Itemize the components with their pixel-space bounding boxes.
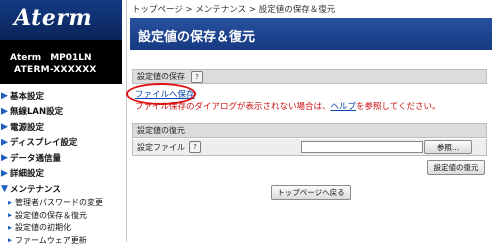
sidebar-item-basic-settings[interactable]: 基本設定 bbox=[0, 88, 122, 104]
sidebar-item-display[interactable]: ディスプレイ設定 bbox=[0, 135, 122, 151]
page-title: 設定値の保存＆復元 bbox=[138, 30, 256, 45]
submenu-item-firmware-update[interactable]: ファームウェア更新 bbox=[0, 234, 122, 247]
breadcrumb: トップページ > メンテナンス > 設定値の保存＆復元 bbox=[132, 5, 336, 15]
sidebar-menu: 基本設定 無線LAN設定 電源設定 ディスプレイ設定 データ通信量 詳細設定 メ… bbox=[0, 88, 122, 247]
arrow-right-icon bbox=[1, 138, 8, 146]
arrow-down-icon bbox=[1, 185, 8, 193]
arrow-right-icon bbox=[1, 107, 8, 115]
submenu-item-admin-password[interactable]: 管理者パスワードの変更 bbox=[0, 197, 122, 210]
sidebar-item-wireless-lan[interactable]: 無線LAN設定 bbox=[0, 104, 122, 120]
save-section-header: 設定値の保存 ? bbox=[132, 69, 487, 84]
sidebar-item-maintenance[interactable]: メンテナンス bbox=[0, 181, 122, 197]
back-to-top-button[interactable]: トップページへ戻る bbox=[271, 185, 351, 200]
divider bbox=[126, 0, 127, 242]
arrow-right-icon bbox=[1, 123, 8, 131]
page-title-bar: 設定値の保存＆復元 bbox=[130, 18, 492, 50]
model-name: Aterm MP01LN bbox=[10, 53, 92, 63]
arrow-right-icon bbox=[1, 154, 8, 162]
help-link[interactable]: ヘルプ bbox=[331, 102, 357, 112]
sidebar-item-label: データ通信量 bbox=[10, 153, 62, 164]
sidebar-item-label: 無線LAN設定 bbox=[10, 107, 64, 118]
help-icon[interactable]: ? bbox=[191, 71, 203, 83]
file-path-input[interactable] bbox=[301, 141, 423, 153]
sidebar-item-label: メンテナンス bbox=[10, 184, 61, 195]
aterm-logo: Aterm bbox=[14, 5, 93, 31]
model-info: Aterm MP01LN ATERM-XXXXXX bbox=[0, 40, 122, 84]
save-section-title: 設定値の保存 bbox=[137, 72, 185, 81]
restore-section-header: 設定値の復元 bbox=[132, 123, 487, 138]
logo-area: Aterm bbox=[0, 0, 122, 40]
sidebar: Aterm Aterm MP01LN ATERM-XXXXXX 基本設定 無線L… bbox=[0, 0, 122, 245]
bullet-icon bbox=[8, 200, 12, 205]
save-note: ファイル保存のダイアログが表示されない場合は、ヘルプを参照してください。 bbox=[135, 100, 441, 112]
sidebar-item-data-usage[interactable]: データ通信量 bbox=[0, 150, 122, 166]
note-suffix: を参照してください。 bbox=[356, 102, 441, 112]
device-id: ATERM-XXXXXX bbox=[14, 65, 97, 75]
submenu-item-save-restore[interactable]: 設定値の保存＆復元 bbox=[0, 209, 122, 222]
sidebar-item-power[interactable]: 電源設定 bbox=[0, 119, 122, 135]
sidebar-item-label: 電源設定 bbox=[10, 122, 45, 133]
sidebar-item-advanced[interactable]: 詳細設定 bbox=[0, 166, 122, 182]
submenu-item-factory-reset[interactable]: 設定値の初期化 bbox=[0, 222, 122, 235]
bullet-icon bbox=[8, 225, 12, 230]
arrow-right-icon bbox=[1, 92, 8, 100]
file-select-row: 設定ファイル ? 参照... bbox=[132, 139, 487, 156]
submenu-item-label: 設定値の初期化 bbox=[15, 223, 71, 233]
file-label: 設定ファイル bbox=[137, 143, 185, 152]
submenu-item-label: ファームウェア更新 bbox=[15, 235, 87, 245]
submenu-item-label: 管理者パスワードの変更 bbox=[15, 198, 103, 208]
arrow-right-icon bbox=[1, 169, 8, 177]
note-prefix: ファイル保存のダイアログが表示されない場合は、 bbox=[135, 102, 331, 112]
sidebar-item-label: ディスプレイ設定 bbox=[10, 138, 78, 149]
browse-button[interactable]: 参照... bbox=[424, 140, 472, 154]
sidebar-item-label: 詳細設定 bbox=[10, 169, 45, 180]
sidebar-item-label: 基本設定 bbox=[10, 91, 45, 102]
submenu-item-label: 設定値の保存＆復元 bbox=[15, 210, 87, 220]
restore-button[interactable]: 設定値の復元 bbox=[427, 160, 485, 175]
restore-section-title: 設定値の復元 bbox=[137, 126, 185, 135]
help-icon[interactable]: ? bbox=[189, 141, 201, 153]
bullet-icon bbox=[8, 213, 12, 218]
